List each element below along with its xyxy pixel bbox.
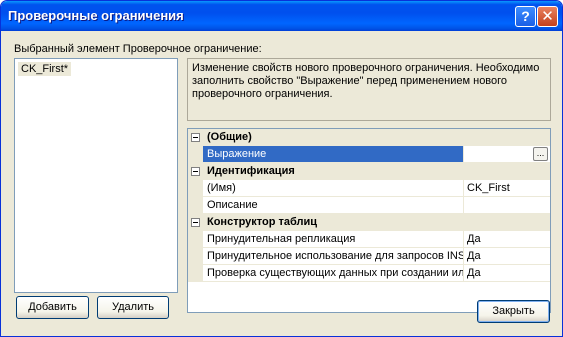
property-name[interactable]: Выражение	[203, 146, 464, 163]
dialog-body: Выбранный элемент Проверочное ограничени…	[4, 31, 559, 335]
property-row-description[interactable]: Описание	[188, 197, 550, 214]
close-button[interactable]: Закрыть	[477, 300, 550, 323]
add-button[interactable]: Добавить	[16, 296, 89, 319]
collapse-icon[interactable]	[191, 167, 200, 176]
description-panel: Изменение свойств нового проверочного ог…	[187, 58, 551, 121]
property-value[interactable]: Да	[464, 231, 550, 248]
property-name[interactable]: Проверка существующих данных при создани…	[203, 265, 464, 282]
category-identification[interactable]: Идентификация	[188, 163, 550, 180]
collapse-icon[interactable]	[191, 218, 200, 227]
property-value[interactable]: Да	[464, 265, 550, 282]
close-window-button[interactable]: ✕	[537, 6, 558, 27]
title-bar[interactable]: Проверочные ограничения ? ✕	[1, 1, 562, 31]
category-label: Конструктор таблиц	[207, 216, 318, 228]
property-name[interactable]: Описание	[203, 197, 464, 214]
property-name[interactable]: Принудительное использование для запросо…	[203, 248, 464, 265]
close-icon: ✕	[541, 8, 554, 25]
property-row-expression[interactable]: Выражение ...	[188, 146, 550, 163]
dialog-window: Проверочные ограничения ? ✕ Выбранный эл…	[0, 0, 563, 337]
property-row-enforce-ins-upd[interactable]: Принудительное использование для запросо…	[188, 248, 550, 265]
collapse-icon[interactable]	[191, 133, 200, 142]
category-general[interactable]: (Общие)	[188, 129, 550, 146]
property-name[interactable]: (Имя)	[203, 180, 464, 197]
property-value[interactable]: CK_First	[464, 180, 550, 197]
property-value[interactable]: ...	[464, 146, 550, 163]
category-label: (Общие)	[207, 131, 252, 143]
list-item[interactable]: CK_First*	[18, 62, 72, 76]
ellipsis-button[interactable]: ...	[533, 147, 548, 161]
property-value[interactable]	[464, 197, 550, 214]
selected-element-label: Выбранный элемент Проверочное ограничени…	[14, 43, 262, 55]
window-title: Проверочные ограничения	[8, 8, 184, 23]
property-row-check-existing[interactable]: Проверка существующих данных при создани…	[188, 265, 550, 282]
property-value[interactable]: Да	[464, 248, 550, 265]
category-label: Идентификация	[207, 165, 295, 177]
property-name[interactable]: Принудительная репликация	[203, 231, 464, 248]
constraint-list[interactable]: CK_First*	[14, 58, 178, 293]
property-grid[interactable]: (Общие) Выражение ... Идентификация (Имя…	[187, 128, 551, 313]
help-button[interactable]: ?	[515, 6, 536, 27]
property-row-name[interactable]: (Имя) CK_First	[188, 180, 550, 197]
delete-button[interactable]: Удалить	[97, 296, 169, 319]
property-row-replication[interactable]: Принудительная репликация Да	[188, 231, 550, 248]
category-table-designer[interactable]: Конструктор таблиц	[188, 214, 550, 231]
help-icon: ?	[521, 8, 530, 24]
